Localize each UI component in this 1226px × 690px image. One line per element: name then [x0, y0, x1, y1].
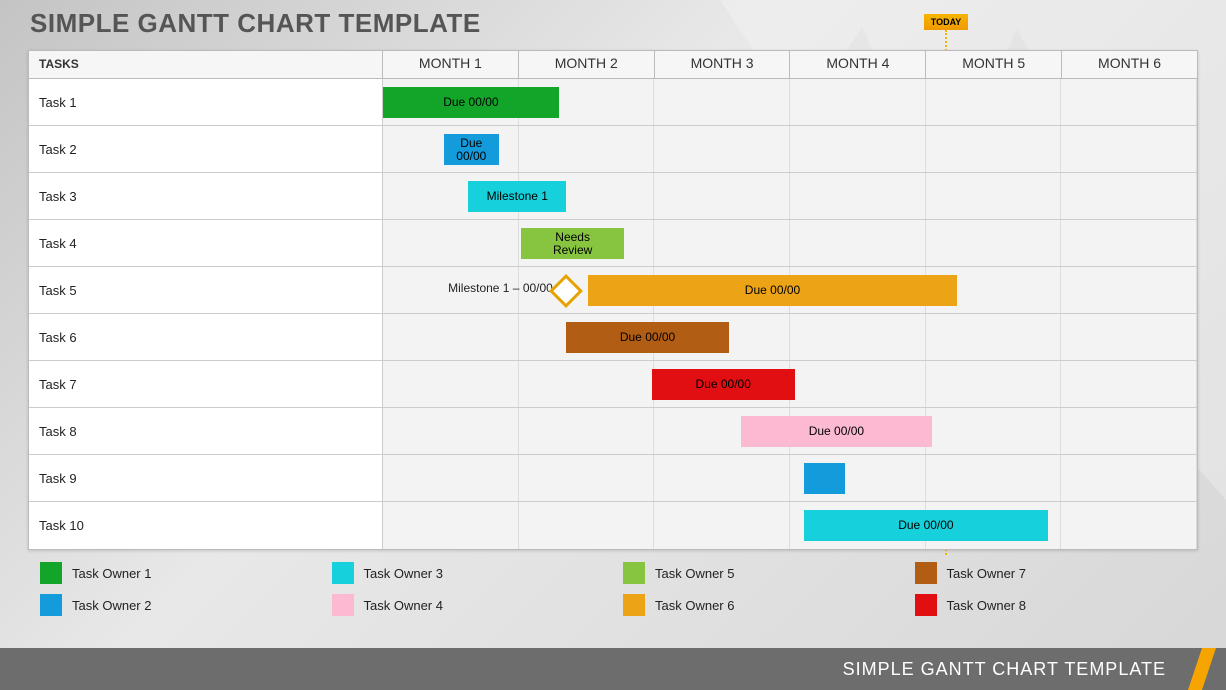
- footer-slash-icon: [1176, 648, 1216, 690]
- legend-item: Task Owner 4: [332, 594, 604, 616]
- legend-item: Task Owner 6: [623, 594, 895, 616]
- gantt-bar-task4[interactable]: Needs Review: [521, 228, 624, 259]
- legend-item: Task Owner 1: [40, 562, 312, 584]
- task-row: Task 1 Due 00/00: [29, 79, 1197, 126]
- footer-bar: SIMPLE GANTT CHART TEMPLATE: [0, 648, 1226, 690]
- task-label: Task 6: [29, 314, 383, 360]
- legend-item: Task Owner 2: [40, 594, 312, 616]
- gantt-bar-task9[interactable]: [804, 463, 845, 494]
- milestone-label: Milestone 1 – 00/00: [448, 281, 553, 295]
- task-label: Task 2: [29, 126, 383, 172]
- gantt-bar-task1[interactable]: Due 00/00: [383, 87, 559, 118]
- swatch-icon: [40, 594, 62, 616]
- gantt-bar-task6[interactable]: Due 00/00: [566, 322, 729, 353]
- task-row: Task 7 Due 00/00: [29, 361, 1197, 408]
- swatch-icon: [40, 562, 62, 584]
- gantt-bar-task2[interactable]: Due 00/00: [444, 134, 499, 165]
- gantt-bar-task10[interactable]: Due 00/00: [804, 510, 1048, 541]
- task-label: Task 7: [29, 361, 383, 407]
- task-label: Task 4: [29, 220, 383, 266]
- header-tasks: TASKS: [29, 51, 383, 78]
- task-row: Task 10 Due 00/00: [29, 502, 1197, 549]
- timeline-cell: Due 00/00: [383, 79, 1197, 125]
- header-month-5: MONTH 5: [926, 51, 1062, 78]
- legend-item: Task Owner 5: [623, 562, 895, 584]
- task-label: Task 9: [29, 455, 383, 501]
- page-title: SIMPLE GANTT CHART TEMPLATE: [30, 8, 481, 39]
- gantt-rows: Task 1 Due 00/00 Task 2 Due 00/00 Task 3…: [29, 79, 1197, 549]
- header-month-2: MONTH 2: [519, 51, 655, 78]
- legend-label: Task Owner 2: [72, 598, 151, 613]
- task-label: Task 10: [29, 502, 383, 549]
- task-label: Task 5: [29, 267, 383, 313]
- task-row: Task 6 Due 00/00: [29, 314, 1197, 361]
- gantt-bar-task3[interactable]: Milestone 1: [468, 181, 566, 212]
- task-label: Task 3: [29, 173, 383, 219]
- swatch-icon: [332, 594, 354, 616]
- legend-label: Task Owner 5: [655, 566, 734, 581]
- swatch-icon: [332, 562, 354, 584]
- task-row: Task 4 Needs Review: [29, 220, 1197, 267]
- legend-item: Task Owner 7: [915, 562, 1187, 584]
- legend-label: Task Owner 8: [947, 598, 1026, 613]
- header-month-4: MONTH 4: [790, 51, 926, 78]
- task-row: Task 8 Due 00/00: [29, 408, 1197, 455]
- legend-item: Task Owner 8: [915, 594, 1187, 616]
- swatch-icon: [915, 594, 937, 616]
- header-month-1: MONTH 1: [383, 51, 519, 78]
- swatch-icon: [623, 562, 645, 584]
- legend-label: Task Owner 4: [364, 598, 443, 613]
- footer-title: SIMPLE GANTT CHART TEMPLATE: [843, 659, 1166, 680]
- task-label: Task 1: [29, 79, 383, 125]
- legend-label: Task Owner 6: [655, 598, 734, 613]
- today-badge: TODAY: [924, 14, 968, 30]
- legend: Task Owner 1 Task Owner 3 Task Owner 5 T…: [40, 562, 1186, 616]
- swatch-icon: [915, 562, 937, 584]
- legend-label: Task Owner 1: [72, 566, 151, 581]
- task-row: Task 5 Milestone 1 – 00/00 Due 00/00: [29, 267, 1197, 314]
- legend-label: Task Owner 7: [947, 566, 1026, 581]
- header-month-3: MONTH 3: [655, 51, 791, 78]
- header-row: TASKS MONTH 1 MONTH 2 MONTH 3 MONTH 4 MO…: [29, 51, 1197, 79]
- task-row: Task 3 Milestone 1: [29, 173, 1197, 220]
- legend-label: Task Owner 3: [364, 566, 443, 581]
- task-label: Task 8: [29, 408, 383, 454]
- header-month-6: MONTH 6: [1062, 51, 1197, 78]
- gantt-bar-task7[interactable]: Due 00/00: [652, 369, 795, 400]
- gantt-chart: TASKS MONTH 1 MONTH 2 MONTH 3 MONTH 4 MO…: [28, 50, 1198, 550]
- task-row: Task 2 Due 00/00: [29, 126, 1197, 173]
- swatch-icon: [623, 594, 645, 616]
- legend-item: Task Owner 3: [332, 562, 604, 584]
- task-row: Task 9: [29, 455, 1197, 502]
- gantt-bar-task8[interactable]: Due 00/00: [741, 416, 931, 447]
- gantt-bar-task5[interactable]: Due 00/00: [588, 275, 957, 306]
